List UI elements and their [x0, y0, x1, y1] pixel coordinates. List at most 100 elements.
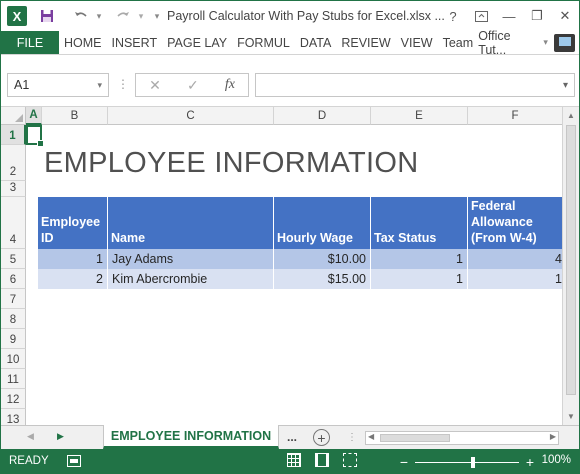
- cell-federal-allowance[interactable]: 4: [468, 249, 563, 269]
- name-box-value: A1: [14, 78, 30, 92]
- tab-view[interactable]: VIEW: [396, 31, 438, 54]
- minimize-button[interactable]: —: [495, 1, 523, 31]
- scroll-down-icon[interactable]: ▼: [563, 408, 579, 425]
- tab-splitter-icon[interactable]: ⋮: [347, 432, 357, 443]
- redo-arrow-icon: [117, 12, 129, 17]
- window-controls: ? — ❐ ✕: [439, 1, 579, 31]
- column-header-a[interactable]: A: [26, 107, 42, 125]
- formula-input[interactable]: ▾: [255, 73, 575, 97]
- cell-employee-id[interactable]: 1: [38, 249, 108, 269]
- window-title: Payroll Calculator With Pay Stubs for Ex…: [167, 9, 445, 23]
- zoom-slider-knob[interactable]: [471, 456, 475, 468]
- insert-function-icon[interactable]: fx: [225, 77, 235, 93]
- formula-bar-splitter-icon[interactable]: ⋮: [117, 77, 129, 91]
- cell-name[interactable]: Jay Adams: [108, 249, 274, 269]
- zoom-level[interactable]: 100%: [542, 454, 571, 466]
- previous-sheet-icon[interactable]: ◀: [27, 431, 34, 442]
- row-header-7[interactable]: 7: [1, 289, 26, 309]
- cell-name[interactable]: Kim Abercrombie: [108, 269, 274, 289]
- column-header-e[interactable]: E: [371, 107, 468, 125]
- undo-dropdown-icon[interactable]: ▾: [93, 1, 105, 31]
- row-header-3[interactable]: 3: [1, 181, 26, 197]
- row-header-12[interactable]: 12: [1, 389, 26, 409]
- confirm-entry-icon[interactable]: ✓: [187, 77, 199, 94]
- horizontal-scrollbar[interactable]: ◀ ▶: [365, 431, 559, 445]
- tab-file[interactable]: FILE: [1, 31, 59, 54]
- customize-toolbar-icon[interactable]: ▾: [151, 1, 163, 31]
- zoom-in-button[interactable]: +: [523, 454, 537, 470]
- account-name[interactable]: Office Tut...: [478, 29, 539, 57]
- worksheet-grid[interactable]: A B C D E F 1 2 3 4 5 6 7 8 9 10 11 12 1…: [1, 107, 579, 425]
- column-header-b[interactable]: B: [42, 107, 108, 125]
- row-header-8[interactable]: 8: [1, 309, 26, 329]
- tab-formulas[interactable]: FORMUL: [232, 31, 295, 54]
- scroll-right-icon[interactable]: ▶: [550, 432, 556, 441]
- formula-expand-icon[interactable]: ▾: [563, 80, 568, 91]
- row-header-11[interactable]: 11: [1, 369, 26, 389]
- account-dropdown-icon[interactable]: ▾: [543, 37, 548, 48]
- zoom-slider[interactable]: [415, 456, 519, 468]
- redo-dropdown-icon[interactable]: ▾: [135, 1, 147, 31]
- row-header-13[interactable]: 13: [1, 409, 26, 425]
- header-tax-status[interactable]: Tax Status: [371, 197, 468, 249]
- page-break-view-icon[interactable]: [343, 453, 357, 467]
- scroll-left-icon[interactable]: ◀: [368, 432, 374, 441]
- tab-home[interactable]: HOME: [59, 31, 107, 54]
- column-header-d[interactable]: D: [274, 107, 371, 125]
- macro-recording-icon[interactable]: [66, 455, 81, 467]
- tab-insert[interactable]: INSERT: [106, 31, 162, 54]
- tab-review[interactable]: REVIEW: [336, 31, 395, 54]
- name-box-dropdown-icon[interactable]: ▾: [97, 80, 102, 91]
- save-icon[interactable]: [35, 1, 59, 31]
- tab-team[interactable]: Team: [438, 31, 479, 54]
- help-button[interactable]: ?: [439, 1, 467, 31]
- name-box[interactable]: A1 ▾: [7, 73, 109, 97]
- restore-button[interactable]: ❐: [523, 1, 551, 31]
- excel-app-icon[interactable]: X: [1, 1, 27, 31]
- ribbon-display-icon[interactable]: [467, 1, 495, 31]
- cell-hourly-wage[interactable]: $15.00: [274, 269, 371, 289]
- cell-hourly-wage[interactable]: $10.00: [274, 249, 371, 269]
- close-button[interactable]: ✕: [551, 1, 579, 31]
- row-header-10[interactable]: 10: [1, 349, 26, 369]
- vertical-scrollbar[interactable]: ▲ ▼: [562, 107, 579, 425]
- zoom-out-button[interactable]: −: [397, 454, 411, 470]
- row-header-6[interactable]: 6: [1, 269, 26, 289]
- tab-data[interactable]: DATA: [295, 31, 336, 54]
- vertical-scroll-thumb[interactable]: [566, 125, 576, 395]
- header-federal-allowance[interactable]: Federal Allowance (From W-4): [468, 197, 563, 249]
- header-employee-id[interactable]: Employee ID: [38, 197, 108, 249]
- cancel-entry-icon[interactable]: ✕: [149, 77, 161, 94]
- column-header-f[interactable]: F: [468, 107, 563, 125]
- cell-federal-allowance[interactable]: 1: [468, 269, 563, 289]
- cell-tax-status[interactable]: 1: [371, 249, 468, 269]
- page-layout-view-icon[interactable]: [315, 453, 329, 467]
- row-header-2[interactable]: 2: [1, 145, 26, 181]
- new-sheet-icon[interactable]: +: [313, 429, 330, 446]
- column-header-c[interactable]: C: [108, 107, 274, 125]
- row-header-5[interactable]: 5: [1, 249, 26, 269]
- header-hourly-wage[interactable]: Hourly Wage: [274, 197, 371, 249]
- undo-arrow-icon: [75, 12, 87, 17]
- horizontal-scroll-thumb[interactable]: [380, 434, 450, 442]
- formula-bar: A1 ▾ ⋮ ✕ ✓ fx ▾: [1, 55, 579, 107]
- row-header-1[interactable]: 1: [1, 125, 26, 145]
- row-header-4[interactable]: 4: [1, 197, 26, 249]
- cell-tax-status[interactable]: 1: [371, 269, 468, 289]
- row-header-9[interactable]: 9: [1, 329, 26, 349]
- normal-view-icon[interactable]: [287, 453, 301, 467]
- account-area: Office Tut... ▾: [478, 29, 579, 57]
- active-cell-a1[interactable]: [26, 125, 44, 147]
- sheet-title: EMPLOYEE INFORMATION: [44, 147, 419, 179]
- next-sheet-icon[interactable]: ▶: [57, 431, 64, 442]
- cell-employee-id[interactable]: 2: [38, 269, 108, 289]
- scroll-up-icon[interactable]: ▲: [563, 107, 579, 124]
- header-name[interactable]: Name: [108, 197, 274, 249]
- sheet-tab-employee-information[interactable]: EMPLOYEE INFORMATION: [103, 425, 279, 449]
- tab-page-layout[interactable]: PAGE LAY: [162, 31, 232, 54]
- redo-icon[interactable]: [111, 1, 135, 31]
- avatar[interactable]: [553, 33, 575, 52]
- more-sheets-button[interactable]: ...: [287, 430, 297, 444]
- select-all-corner[interactable]: [1, 107, 26, 125]
- undo-icon[interactable]: [69, 1, 93, 31]
